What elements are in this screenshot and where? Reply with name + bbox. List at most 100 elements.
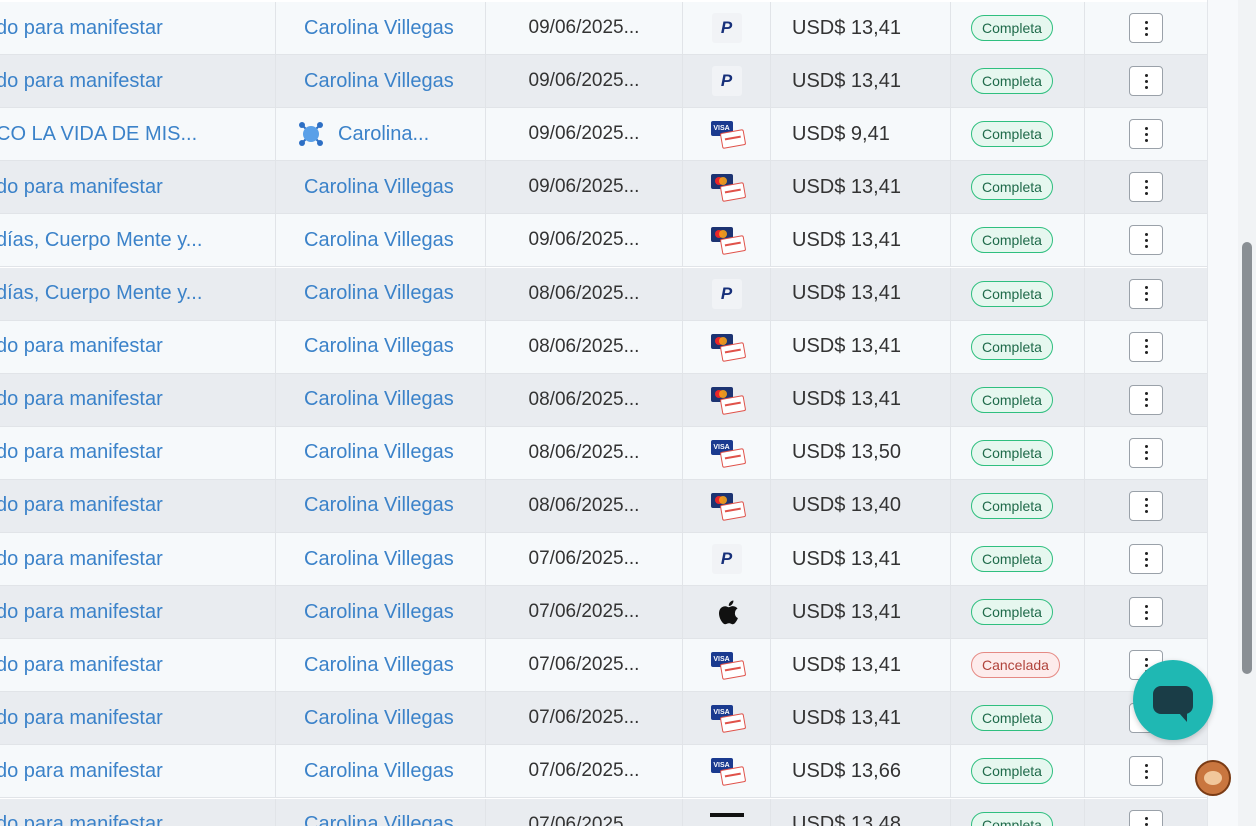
date-cell: 07/06/2025... (486, 533, 683, 585)
product-link[interactable]: do para manifestar (0, 70, 163, 93)
client-link[interactable]: Carolina Villegas (304, 654, 454, 677)
table-row[interactable]: do para manifestar Carolina Villegas 09/06… (0, 55, 1207, 109)
payment-method-cell: P (683, 55, 771, 108)
actions-cell (1085, 2, 1207, 54)
kebab-menu-button[interactable] (1129, 756, 1163, 787)
paypal-icon: P (709, 544, 745, 574)
client-link[interactable]: Carolina Villegas (304, 441, 454, 464)
client-cell: Carolina Villegas (276, 798, 486, 826)
product-link[interactable]: do para manifestar (0, 441, 163, 464)
table-row[interactable]: do para manifestar Carolina Villegas 07/06… (0, 533, 1207, 586)
table-row[interactable]: do para manifestar Carolina Villegas 07/06… (0, 586, 1207, 640)
product-link[interactable]: días, Cuerpo Mente y... (0, 282, 202, 305)
status-badge: Completa (971, 280, 1053, 307)
paypal-icon: P (709, 278, 745, 309)
kebab-menu-button[interactable] (1129, 597, 1163, 628)
table-row[interactable]: do para manifestar Carolina Villegas 08/06… (0, 373, 1207, 427)
amount-text: USD$ 9,41 (792, 122, 890, 145)
actions-cell (1085, 214, 1207, 266)
kebab-menu-button[interactable] (1129, 278, 1163, 309)
table-row[interactable]: do para manifestar Carolina Villegas 07/06… (0, 745, 1207, 799)
kebab-menu-button[interactable] (1129, 384, 1163, 415)
client-link[interactable]: Carolina Villegas (304, 335, 454, 358)
product-link[interactable]: do para manifestar (0, 388, 163, 411)
kebab-menu-button[interactable] (1129, 490, 1163, 521)
client-link[interactable]: Carolina Villegas (304, 17, 454, 40)
kebab-menu-button[interactable] (1129, 172, 1163, 203)
client-link[interactable]: Carolina Villegas (304, 282, 454, 305)
product-link[interactable]: do para manifestar (0, 707, 163, 730)
product-cell: do para manifestar (0, 692, 276, 745)
product-link[interactable]: do para manifestar (0, 176, 163, 199)
status-badge: Completa (971, 811, 1053, 826)
kebab-menu-button[interactable] (1129, 544, 1163, 574)
client-link[interactable]: Carolina Villegas (304, 229, 454, 252)
client-link[interactable]: Carolina Villegas (304, 707, 454, 730)
product-cell: do para manifestar (0, 2, 276, 54)
status-cell: Completa (951, 479, 1085, 532)
table-row[interactable]: días, Cuerpo Mente y... Carolina Villegas… (0, 214, 1207, 268)
client-link[interactable]: Carolina Villegas (304, 813, 454, 826)
status-cell: Completa (951, 426, 1085, 479)
kebab-menu-button[interactable] (1129, 13, 1163, 43)
product-cell: do para manifestar (0, 55, 276, 108)
payment-method-cell: VISA (683, 108, 771, 161)
date-text: 08/06/2025... (528, 441, 640, 463)
kebab-menu-button[interactable] (1129, 331, 1163, 362)
client-link[interactable]: Carolina Villegas (304, 388, 454, 411)
table-row[interactable]: do para manifestar Carolina Villegas 09/06… (0, 2, 1207, 55)
status-cell: Completa (951, 373, 1085, 426)
table-row[interactable]: do para manifestar Carolina Villegas 07/06… (0, 798, 1207, 826)
product-link[interactable]: do para manifestar (0, 17, 163, 40)
client-link[interactable]: Carolina Villegas (304, 70, 454, 93)
table-row[interactable]: do para manifestar Carolina Villegas 08/06… (0, 479, 1207, 533)
status-badge: Completa (971, 546, 1053, 572)
actions-cell (1085, 108, 1207, 160)
table-row[interactable]: días, Cuerpo Mente y... Carolina Villegas… (0, 267, 1207, 321)
table-row[interactable]: CO LA VIDA DE MIS... Carolina... 09/06/202… (0, 108, 1207, 162)
client-avatar-icon (296, 119, 326, 149)
client-link[interactable]: Carolina Villegas (304, 548, 454, 571)
product-link[interactable]: do para manifestar (0, 601, 163, 624)
product-cell: do para manifestar (0, 798, 276, 826)
product-cell: do para manifestar (0, 586, 276, 639)
visa-card-icon: VISA (709, 119, 746, 150)
product-link[interactable]: CO LA VIDA DE MIS... (0, 123, 197, 146)
table-row[interactable]: do para manifestar Carolina Villegas 07/06… (0, 692, 1207, 746)
product-link[interactable]: do para manifestar (0, 760, 163, 783)
date-cell: 07/06/2025... (486, 692, 683, 745)
bear-avatar-icon[interactable] (1195, 760, 1231, 796)
product-link[interactable]: do para manifestar (0, 548, 163, 571)
kebab-menu-button[interactable] (1129, 809, 1163, 826)
kebab-menu-button[interactable] (1129, 225, 1163, 256)
date-text: 08/06/2025... (528, 494, 640, 516)
table-row[interactable]: do para manifestar Carolina Villegas 07/06… (0, 639, 1207, 693)
product-link[interactable]: do para manifestar (0, 335, 163, 358)
product-link[interactable]: do para manifestar (0, 654, 163, 677)
amount-cell: USD$ 13,41 (771, 533, 951, 585)
chat-button[interactable] (1133, 660, 1213, 740)
amount-cell: USD$ 9,41 (771, 108, 951, 161)
actions-cell (1085, 799, 1207, 826)
client-link[interactable]: Carolina Villegas (304, 760, 454, 783)
actions-cell (1085, 321, 1207, 373)
client-link[interactable]: Carolina Villegas (304, 601, 454, 624)
kebab-menu-button[interactable] (1129, 119, 1163, 150)
client-link[interactable]: Carolina Villegas (304, 494, 454, 517)
table-row[interactable]: do para manifestar Carolina Villegas 08/06… (0, 426, 1207, 480)
kebab-menu-button[interactable] (1129, 66, 1163, 97)
table-row[interactable]: do para manifestar Carolina Villegas 09/06… (0, 161, 1207, 215)
product-link[interactable]: do para manifestar (0, 813, 163, 826)
client-link[interactable]: Carolina... (338, 123, 429, 146)
scrollbar-thumb[interactable] (1242, 242, 1252, 674)
product-link[interactable]: do para manifestar (0, 494, 163, 517)
product-cell: do para manifestar (0, 533, 276, 585)
actions-cell (1085, 533, 1207, 585)
kebab-menu-button[interactable] (1129, 437, 1163, 468)
product-link[interactable]: días, Cuerpo Mente y... (0, 229, 202, 252)
amount-cell: USD$ 13,41 (771, 586, 951, 639)
amount-text: USD$ 13,41 (792, 175, 901, 198)
table-row[interactable]: do para manifestar Carolina Villegas 08/06… (0, 320, 1207, 374)
client-link[interactable]: Carolina Villegas (304, 176, 454, 199)
apple-pay-icon (709, 597, 745, 627)
